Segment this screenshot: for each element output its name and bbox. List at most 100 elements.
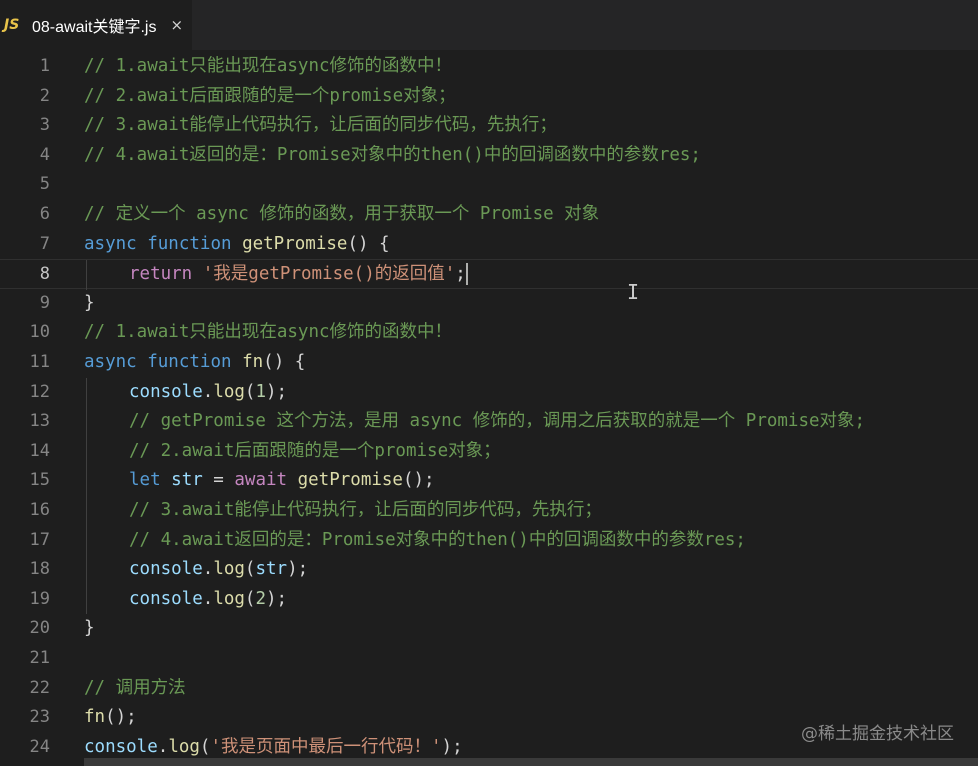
code-token: log (168, 736, 200, 757)
code-token: ; (455, 264, 466, 285)
code-line[interactable]: 20} (0, 614, 978, 644)
line-number: 15 (29, 470, 50, 491)
code-token: . (202, 559, 214, 580)
line-number: 2 (39, 85, 50, 106)
code-line[interactable]: 19 console.log(2); (0, 584, 978, 615)
code-line[interactable]: 8 return '我是getPromise()的返回值'; (0, 259, 978, 290)
line-number: 13 (29, 411, 50, 432)
code-token: ( (199, 736, 211, 757)
code-text: } (84, 289, 95, 319)
line-number: 24 (29, 736, 50, 757)
code-text: // 定义一个 async 修饰的函数，用于获取一个 Promise 对象 (84, 200, 599, 230)
code-line[interactable]: 12 console.log(1); (0, 377, 978, 408)
indent-guide (86, 260, 87, 290)
code-token: } (84, 292, 95, 313)
line-number: 10 (29, 322, 50, 343)
code-token: fn (84, 707, 106, 728)
code-token: // 3.await能停止代码执行，让后面的同步代码，先执行； (129, 500, 602, 520)
code-token: log (213, 559, 245, 580)
code-text: // 1.await只能出现在async修饰的函数中！ (84, 52, 452, 82)
code-text: } (84, 614, 95, 644)
line-number: 6 (39, 204, 50, 224)
code-token: async (84, 233, 137, 254)
line-number: 16 (29, 500, 50, 520)
code-text: // 4.await返回的是：Promise对象中的then()中的回调函数中的… (129, 526, 746, 556)
code-text: async function fn() { (84, 348, 305, 378)
code-token: // 1.await只能出现在async修饰的函数中！ (84, 56, 453, 76)
code-token: console (84, 736, 158, 757)
horizontal-scrollbar[interactable] (84, 758, 978, 766)
code-token: // 2.await后面跟随的是一个promise对象； (129, 440, 501, 461)
code-token: ); (266, 588, 288, 609)
code-token: // 2.await后面跟随的是一个promise对象； (84, 85, 456, 106)
code-line[interactable]: 16 // 3.await能停止代码执行，让后面的同步代码，先执行； (0, 496, 978, 526)
line-number: 23 (29, 707, 50, 728)
code-text: console.log(2); (129, 585, 287, 615)
code-token: '我是页面中最后一行代码！' (210, 736, 442, 757)
code-token: log (213, 381, 245, 402)
code-token: . (157, 736, 169, 757)
code-token: return (129, 264, 193, 285)
code-line[interactable]: 9} (0, 289, 978, 319)
indent-guide (86, 407, 87, 437)
code-token: (); (105, 707, 137, 728)
code-line[interactable]: 11 async function fn() { (0, 348, 978, 378)
close-icon[interactable]: × (170, 16, 183, 34)
line-number: 4 (39, 144, 50, 165)
code-text: // 1.await只能出现在async修饰的函数中！ (84, 318, 452, 348)
indent-guide (86, 525, 87, 556)
code-line[interactable]: 21 (0, 644, 978, 674)
code-line[interactable]: 1 // 1.await只能出现在async修饰的函数中！ (0, 52, 978, 82)
code-token: // 调用方法 (84, 677, 186, 698)
code-token: getPromise (297, 470, 403, 491)
code-token: ( (244, 559, 256, 580)
code-line[interactable]: 5 (0, 170, 978, 200)
tab-08-await[interactable]: JS 08-await关键字.js × (0, 0, 192, 50)
code-token: console (129, 559, 203, 580)
code-token: // getPromise 这个方法，是用 async 修饰的，调用之后获取的就… (129, 411, 866, 432)
code-line[interactable]: 10 // 1.await只能出现在async修饰的函数中！ (0, 318, 978, 348)
code-text: // 调用方法 (84, 674, 186, 704)
code-text: console.log(1); (129, 378, 287, 408)
code-line[interactable]: 4 // 4.await返回的是：Promise对象中的then()中的回调函数中… (0, 141, 978, 171)
code-token: // 4.await返回的是：Promise对象中的then()中的回调函数中的… (129, 529, 746, 550)
line-number: 1 (39, 56, 50, 76)
code-token: ( (244, 588, 256, 609)
code-editor[interactable]: 1 // 1.await只能出现在async修饰的函数中！ 2 // 2.await后… (0, 50, 978, 766)
code-line[interactable]: 15 let str = await getPromise(); (0, 466, 978, 496)
code-token: ); (441, 736, 463, 757)
code-line[interactable]: 22 // 调用方法 (0, 674, 978, 704)
code-token: console (129, 588, 203, 609)
code-token: async (84, 352, 137, 372)
code-token: getPromise (242, 233, 348, 254)
code-line[interactable]: 17 // 4.await返回的是：Promise对象中的then()中的回调函数… (0, 525, 978, 556)
code-line[interactable]: 14 // 2.await后面跟随的是一个promise对象； (0, 436, 978, 467)
code-token: function (147, 352, 232, 372)
code-text: return '我是getPromise()的返回值'; (129, 260, 468, 290)
code-line[interactable]: 3 // 3.await能停止代码执行，让后面的同步代码，先执行； (0, 111, 978, 141)
code-token: () { (263, 352, 306, 372)
code-text: // 3.await能停止代码执行，让后面的同步代码，先执行； (84, 111, 557, 141)
code-token: 1 (255, 381, 267, 402)
line-number: 20 (29, 618, 50, 639)
javascript-file-icon: JS (4, 17, 20, 33)
indent-guide (86, 377, 87, 408)
line-number: 21 (29, 648, 50, 668)
editor-window: JS 08-await关键字.js × 1 // 1.await只能出现在asyn… (0, 0, 978, 766)
code-line[interactable]: 7 async function getPromise() { (0, 230, 978, 260)
code-text: // 3.await能停止代码执行，让后面的同步代码，先执行； (129, 496, 602, 526)
code-line[interactable]: 2 // 2.await后面跟随的是一个promise对象； (0, 82, 978, 112)
indent-guide (86, 436, 87, 467)
code-token: ); (287, 559, 309, 580)
code-line[interactable]: 6 // 定义一个 async 修饰的函数，用于获取一个 Promise 对象 (0, 200, 978, 230)
line-number: 14 (29, 440, 50, 461)
code-token: // 定义一个 async 修饰的函数，用于获取一个 Promise 对象 (84, 204, 600, 224)
indent-guide (86, 466, 87, 496)
code-line[interactable]: 13 // getPromise 这个方法，是用 async 修饰的，调用之后获取… (0, 407, 978, 437)
code-token: 2 (255, 588, 267, 609)
code-line[interactable]: 18 console.log(str); (0, 555, 978, 585)
